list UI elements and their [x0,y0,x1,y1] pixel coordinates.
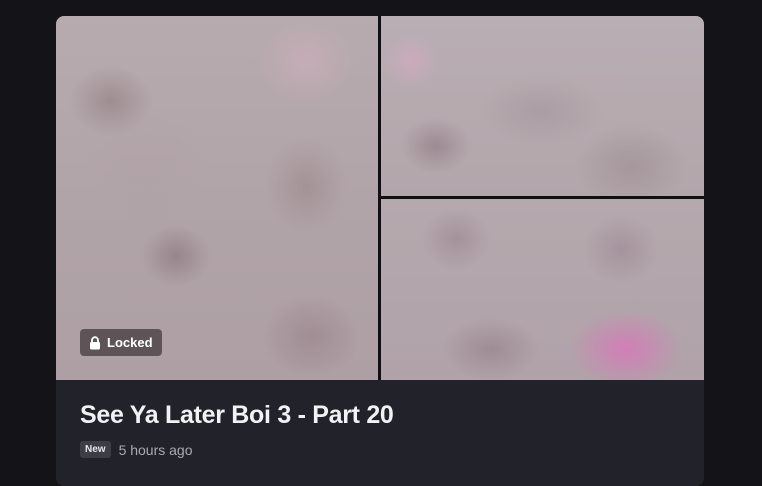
post-info: See Ya Later Boi 3 - Part 20 New 5 hours… [56,380,704,486]
preview-image-top-right[interactable] [381,16,704,196]
post-card[interactable]: Locked See Ya Later Boi 3 - Part 20 New … [56,16,704,486]
lock-icon [89,335,101,350]
new-badge: New [80,441,111,458]
preview-image-main[interactable] [56,16,378,380]
locked-badge: Locked [80,329,162,356]
post-title[interactable]: See Ya Later Boi 3 - Part 20 [80,401,394,430]
preview-gallery[interactable]: Locked [56,16,704,380]
locked-label: Locked [107,335,153,350]
preview-image-bottom-right[interactable] [381,199,704,380]
post-timestamp: 5 hours ago [118,441,193,458]
post-meta: New 5 hours ago [80,441,193,458]
